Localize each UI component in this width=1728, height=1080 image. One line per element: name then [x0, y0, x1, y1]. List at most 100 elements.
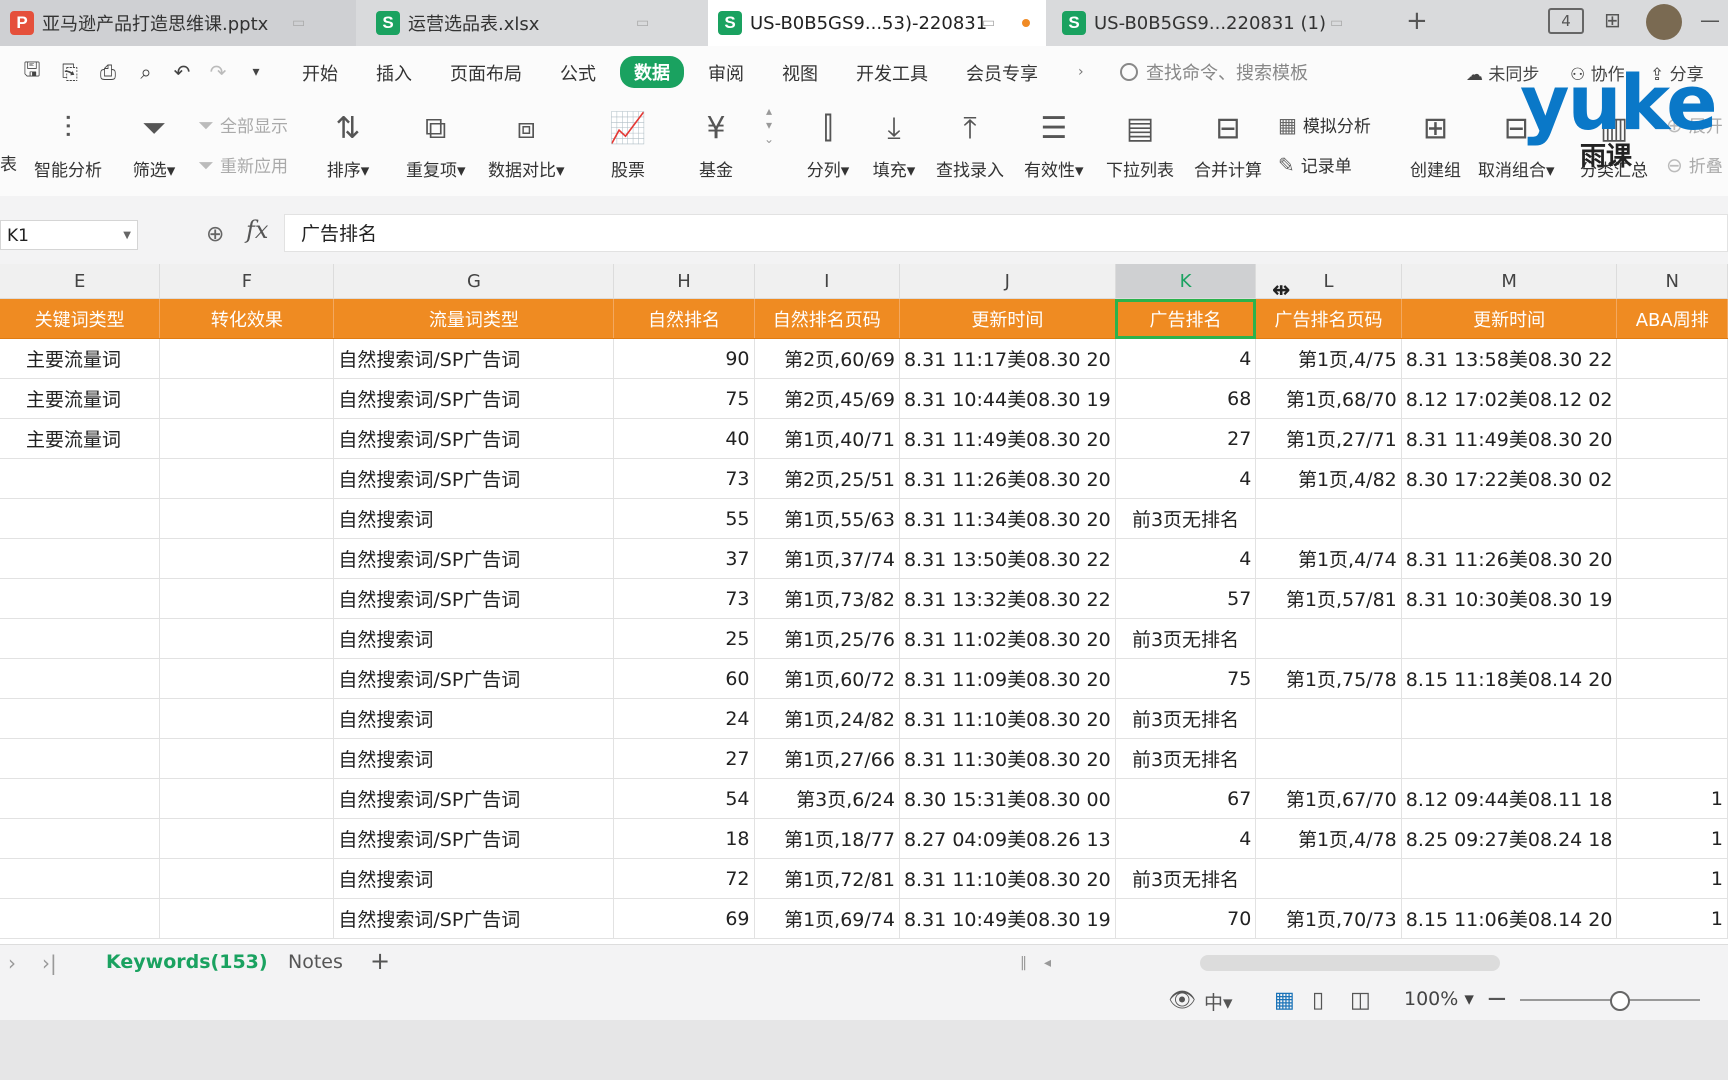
create-group-button[interactable]: ⊞ 创建组 — [1410, 106, 1461, 182]
table-cell[interactable] — [1255, 618, 1402, 659]
table-cell[interactable]: 4 — [1115, 818, 1257, 859]
column-header-j[interactable]: J — [899, 264, 1116, 299]
eye-protection-icon[interactable]: 👁 — [1168, 988, 1196, 1013]
table-cell[interactable]: 37 — [613, 538, 755, 579]
menu-review[interactable]: 审阅 — [708, 60, 744, 86]
table-cell[interactable]: 第1页,72/81 — [754, 858, 900, 899]
table-cell[interactable]: 自然搜索词/SP广告词 — [333, 378, 615, 419]
table-cell[interactable]: 8.27 04:09美08.26 13 — [899, 818, 1116, 859]
whatif-button[interactable]: ▦ 模拟分析 — [1278, 112, 1371, 138]
table-cell[interactable]: 第1页,27/71 — [1255, 418, 1402, 459]
zoom-slider-handle[interactable] — [1610, 991, 1630, 1011]
tab-xlsx[interactable]: S 运营选品表.xlsx ▭ — [366, 0, 704, 46]
table-cell[interactable]: 第1页,70/73 — [1255, 898, 1402, 939]
table-cell[interactable] — [159, 498, 335, 539]
sort-button[interactable]: ⇅ 排序▾ — [326, 106, 370, 182]
table-cell[interactable]: 第1页,37/74 — [754, 538, 900, 579]
table-cell[interactable]: 1 — [1616, 858, 1728, 899]
table-cell[interactable]: 自然搜索词/SP广告词 — [333, 538, 615, 579]
table-cell[interactable]: 8.31 11:49美08.30 20 — [1401, 418, 1618, 459]
table-cell[interactable]: 自然搜索词 — [333, 618, 615, 659]
normal-view-icon[interactable]: ▦ — [1274, 988, 1295, 1013]
table-cell[interactable] — [1616, 658, 1728, 699]
menu-view[interactable]: 视图 — [782, 60, 818, 86]
table-cell[interactable]: 67 — [1115, 778, 1257, 819]
prev-sheet-icon[interactable]: › — [8, 951, 16, 975]
table-cell[interactable] — [0, 458, 161, 499]
table-cell[interactable] — [1255, 698, 1402, 739]
field-header-cell[interactable]: 关键词类型 — [0, 298, 161, 339]
table-cell[interactable]: 前3页无排名 — [1115, 618, 1257, 659]
table-cell[interactable]: 8.31 11:49美08.30 20 — [899, 418, 1116, 459]
formula-input[interactable]: 广告排名 — [284, 214, 1728, 252]
fill-button[interactable]: ⤓ 填充▾ — [872, 106, 916, 182]
table-cell[interactable]: 自然搜索词 — [333, 498, 615, 539]
tab-pptx[interactable]: P 亚马逊产品打造思维课.pptx ▭ — [0, 0, 356, 46]
table-cell[interactable]: 第1页,40/71 — [754, 418, 900, 459]
sheet-tab-keywords[interactable]: Keywords(153) — [106, 951, 268, 973]
table-cell[interactable]: 第2页,25/51 — [754, 458, 900, 499]
menu-developer[interactable]: 开发工具 — [856, 60, 928, 86]
field-header-cell[interactable]: 自然排名 — [613, 298, 755, 339]
duplicates-button[interactable]: ⧉ 重复项▾ — [406, 106, 466, 182]
scroll-left-icon[interactable]: ◂ — [1044, 955, 1051, 971]
export-icon[interactable]: ⎘ — [58, 60, 82, 84]
table-cell[interactable]: 第2页,60/69 — [754, 338, 900, 379]
spreadsheet-grid[interactable]: EFGHIJKLMN 关键词类型 转化效果 流量词类型 自然排名 自然排名页码 更新时间广… — [0, 264, 1728, 944]
reapply-button[interactable]: ⏷ 重新应用 — [198, 152, 288, 178]
table-cell[interactable] — [1616, 698, 1728, 739]
table-cell[interactable] — [1401, 698, 1618, 739]
quick-access-more-icon[interactable]: ▾ — [244, 60, 268, 84]
table-cell[interactable] — [1255, 858, 1402, 899]
table-cell[interactable] — [0, 738, 161, 779]
name-box[interactable]: K1 ▼ — [0, 220, 138, 250]
table-cell[interactable] — [1616, 458, 1728, 499]
table-cell[interactable]: 54 — [613, 778, 755, 819]
table-cell[interactable] — [1401, 858, 1618, 899]
table-cell[interactable] — [1401, 498, 1618, 539]
table-cell[interactable] — [159, 618, 335, 659]
table-cell[interactable]: 1 — [1616, 778, 1728, 819]
menu-formulas[interactable]: 公式 — [560, 60, 596, 86]
table-cell[interactable]: 60 — [613, 658, 755, 699]
table-cell[interactable]: 8.12 09:44美08.11 18 — [1401, 778, 1618, 819]
compare-button[interactable]: ⧈ 数据对比▾ — [488, 106, 565, 182]
ribbon-cut-label[interactable]: 表 — [0, 150, 17, 175]
table-cell[interactable]: 73 — [613, 458, 755, 499]
grid-apps-icon[interactable]: ⊞ — [1604, 8, 1621, 32]
menu-insert[interactable]: 插入 — [376, 60, 412, 86]
table-cell[interactable]: 69 — [613, 898, 755, 939]
table-cell[interactable] — [159, 698, 335, 739]
table-cell[interactable]: 4 — [1115, 458, 1257, 499]
table-cell[interactable]: 主要流量词 — [0, 338, 161, 379]
search-box[interactable]: 查找命令、搜索模板 — [1120, 58, 1308, 86]
table-cell[interactable]: 主要流量词 — [0, 378, 161, 419]
table-cell[interactable] — [0, 618, 161, 659]
table-cell[interactable]: 第1页,75/78 — [1255, 658, 1402, 699]
sheet-tab-notes[interactable]: Notes — [288, 951, 343, 973]
table-cell[interactable] — [0, 698, 161, 739]
field-header-cell[interactable]: 广告排名页码 — [1255, 298, 1402, 339]
table-cell[interactable]: 4 — [1115, 338, 1257, 379]
table-cell[interactable]: 第2页,45/69 — [754, 378, 900, 419]
table-cell[interactable] — [159, 658, 335, 699]
table-cell[interactable] — [1255, 738, 1402, 779]
table-cell[interactable]: 自然搜索词/SP广告词 — [333, 898, 615, 939]
table-cell[interactable]: 40 — [613, 418, 755, 459]
table-cell[interactable] — [159, 818, 335, 859]
column-header-m[interactable]: M — [1401, 264, 1618, 299]
table-cell[interactable]: 70 — [1115, 898, 1257, 939]
table-cell[interactable]: 1 — [1616, 898, 1728, 939]
table-cell[interactable]: 8.31 10:30美08.30 19 — [1401, 578, 1618, 619]
table-cell[interactable] — [1616, 618, 1728, 659]
table-cell[interactable]: 第1页,4/82 — [1255, 458, 1402, 499]
table-cell[interactable]: 自然搜索词 — [333, 738, 615, 779]
table-cell[interactable]: 8.31 13:32美08.30 22 — [899, 578, 1116, 619]
table-cell[interactable] — [1616, 338, 1728, 379]
table-cell[interactable]: 自然搜索词/SP广告词 — [333, 458, 615, 499]
table-cell[interactable] — [0, 778, 161, 819]
consolidate-button[interactable]: ⊟ 合并计算 — [1194, 106, 1262, 182]
table-cell[interactable]: 25 — [613, 618, 755, 659]
redo-icon[interactable]: ↷ — [206, 60, 230, 84]
function-icon[interactable]: fx — [246, 216, 268, 244]
